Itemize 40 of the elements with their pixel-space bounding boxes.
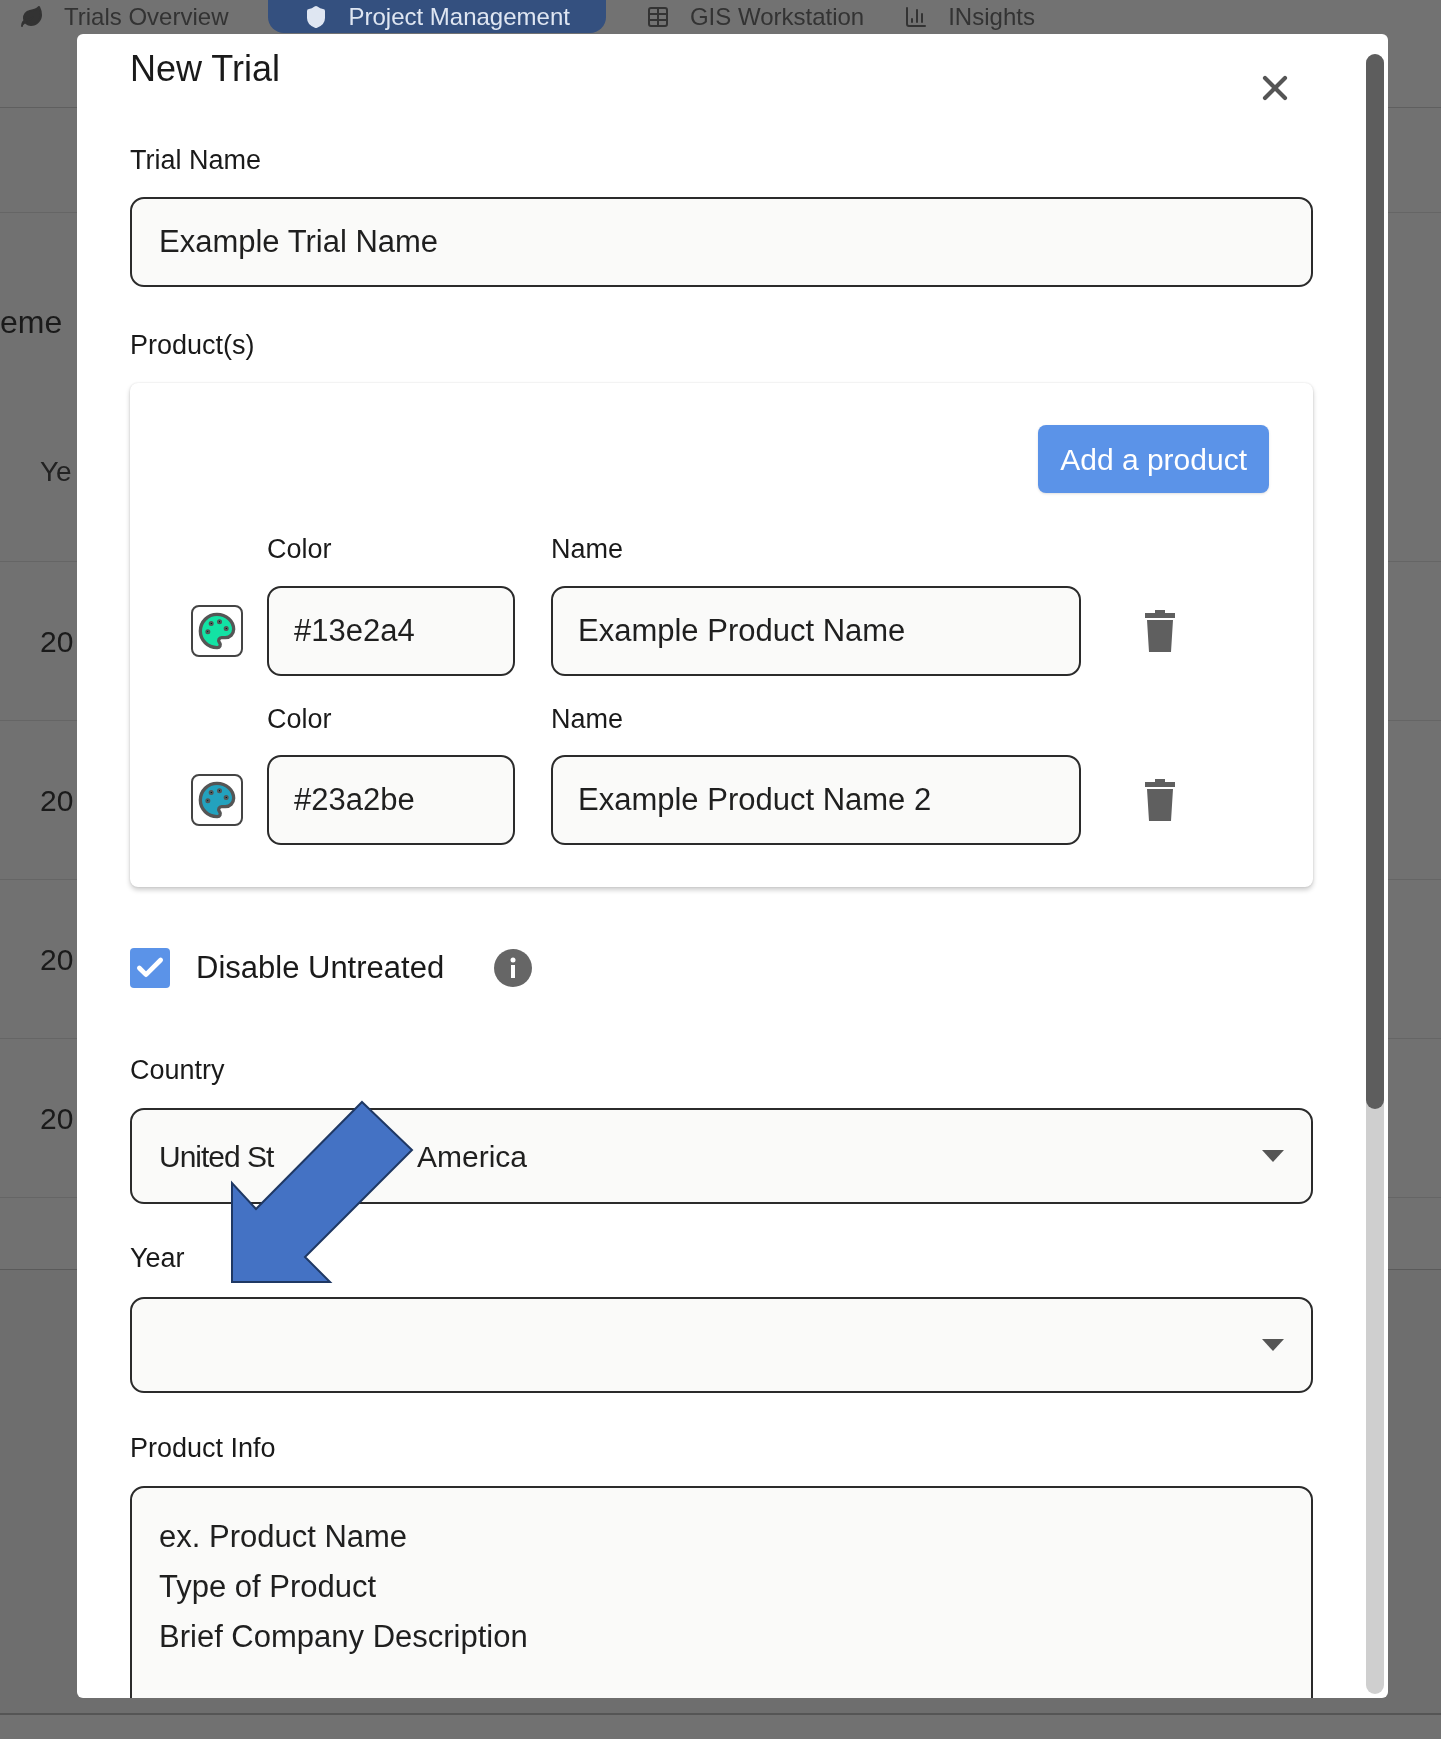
select-value: United St	[159, 1138, 275, 1175]
field-label: Product(s)	[130, 329, 255, 360]
select-value: America	[417, 1138, 528, 1175]
product-name-input[interactable]: Example Product Name 2	[551, 755, 1081, 845]
page-heading: eme	[0, 303, 63, 342]
dialog-title: New Trial	[130, 47, 281, 91]
table-cell-text: 20	[40, 1100, 74, 1137]
year-select[interactable]	[130, 1296, 1313, 1393]
scrollbar-thumb[interactable]	[1366, 54, 1384, 1109]
field-label: Year	[130, 1242, 186, 1275]
product-info-textarea[interactable]: ex. Product Name Type of Product Brief Company Description	[130, 1486, 1313, 1698]
product-name-input[interactable]: Example Product Name	[551, 585, 1081, 676]
checkbox[interactable]	[130, 948, 170, 989]
field-label: Color	[267, 702, 333, 736]
bar-chart-icon	[904, 4, 929, 29]
leaf-icon	[20, 4, 44, 29]
column-header: Ye	[40, 455, 72, 489]
trash-icon[interactable]	[1145, 609, 1175, 652]
table-icon	[645, 4, 670, 29]
color-input[interactable]: #13e2a4	[267, 585, 515, 676]
palette-button[interactable]	[191, 774, 243, 826]
table-cell-text: 20	[40, 782, 74, 819]
table-cell-text: 20	[40, 623, 74, 660]
table-cell-text: 20	[40, 941, 74, 978]
caret-icon	[1262, 1338, 1284, 1351]
checkbox-label: Disable Untreated	[196, 949, 445, 987]
trash-icon[interactable]	[1145, 779, 1175, 821]
field-label: Name	[551, 702, 625, 736]
field-label: Color	[267, 533, 333, 566]
country-select[interactable]: United St America	[130, 1108, 1313, 1204]
caret-icon	[1262, 1150, 1284, 1162]
palette-button[interactable]	[191, 604, 243, 657]
info-icon[interactable]	[494, 949, 533, 988]
field-label: Name	[551, 533, 625, 566]
trial-name-input[interactable]: Example Trial Name	[130, 196, 1313, 287]
field-label: Trial Name	[130, 144, 263, 177]
color-input[interactable]: #23a2be	[267, 755, 515, 845]
nav-tab[interactable]: Project Management	[268, 0, 606, 33]
field-label: Product Info	[130, 1431, 277, 1465]
field-label: Country	[130, 1053, 226, 1087]
